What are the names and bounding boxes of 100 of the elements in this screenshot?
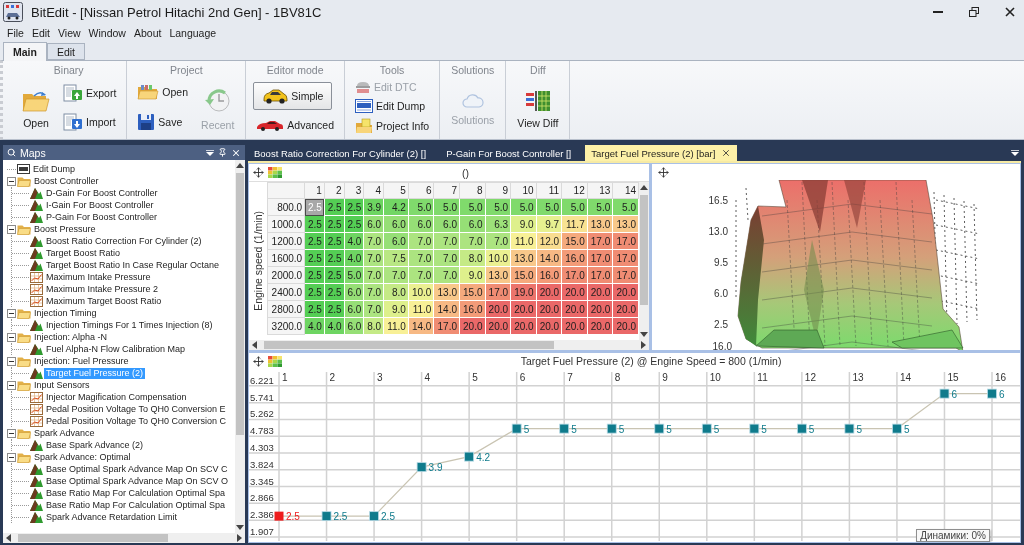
minus-box-icon[interactable] (7, 380, 16, 390)
data-point[interactable] (464, 451, 475, 462)
document-tab[interactable]: Boost Ratio Correction For Cylinder (2) [] (248, 145, 433, 161)
data-point[interactable] (606, 423, 617, 434)
ribbon-tab[interactable]: Edit (46, 43, 85, 60)
scrollbar-thumb[interactable] (264, 341, 554, 349)
ribbon-button[interactable]: Project Info (352, 116, 433, 137)
data-point[interactable] (939, 388, 950, 399)
minus-box-icon[interactable] (7, 356, 16, 366)
minus-box-icon[interactable] (7, 332, 16, 342)
ribbon-button[interactable]: Export (60, 81, 120, 104)
data-point[interactable] (844, 423, 855, 434)
tree-item[interactable]: P-Gain For Boost Controller (44, 211, 160, 223)
tree-item[interactable]: Spark Advance: Optimal (32, 451, 133, 463)
tree-item[interactable]: Spark Advance (32, 427, 97, 439)
minus-box-icon[interactable] (7, 428, 16, 438)
tree-item[interactable]: Injector Magification Compensation (44, 391, 189, 403)
cloud-icon (461, 92, 484, 109)
ribbon-button[interactable]: Import (60, 111, 119, 134)
tree-item[interactable]: Fuel Alpha-N Flow Calibration Map (44, 343, 188, 355)
tree-item[interactable]: Target Boost Ratio (44, 247, 123, 259)
scroll-right-icon[interactable] (640, 341, 647, 349)
ribbon-button[interactable]: Open (18, 82, 54, 132)
scroll-down-icon[interactable] (640, 331, 648, 338)
scroll-up-icon[interactable] (640, 184, 648, 191)
tree-item[interactable]: Base Ratio Map For Calculation Optimal Spa (44, 499, 228, 511)
pin-icon[interactable] (218, 148, 227, 157)
tree-item[interactable]: Maximum Intake Pressure 2 (44, 283, 161, 295)
ribbon-button[interactable]: Simple (253, 81, 333, 110)
dropdown-icon[interactable] (1011, 150, 1019, 156)
move-icon[interactable] (658, 166, 669, 178)
ribbon-button[interactable]: Open (134, 82, 192, 103)
scroll-down-icon[interactable] (236, 524, 244, 531)
search-icon[interactable] (7, 148, 16, 157)
scroll-right-icon[interactable] (236, 534, 243, 542)
menu-item[interactable]: About (129, 26, 166, 39)
menu-item[interactable]: File (3, 26, 28, 39)
horizontal-scrollbar[interactable] (249, 340, 649, 350)
ribbon-button[interactable]: View Diff (513, 82, 563, 132)
tree-item[interactable]: Boost Ratio Correction For Cylinder (2) (44, 235, 204, 247)
tree-item[interactable]: Pedal Position Voltage To QH0 Conversion C (44, 415, 228, 427)
scrollbar-thumb[interactable] (18, 534, 168, 542)
data-point[interactable] (987, 388, 997, 399)
tree-item[interactable]: Base Optimal Spark Advance Map On SCV O (44, 475, 231, 487)
close-icon[interactable] (721, 148, 732, 158)
tree-item[interactable]: Pedal Position Voltage To QH0 Conversion E (44, 403, 228, 415)
ribbon-button[interactable]: Edit Dump (352, 97, 429, 116)
data-point[interactable] (416, 462, 427, 473)
minus-box-icon[interactable] (7, 176, 16, 186)
tree-item[interactable]: Base Optimal Spark Advance Map On SCV C (44, 463, 230, 475)
tree-item[interactable]: Edit Dump (31, 163, 78, 175)
menu-item[interactable]: View (54, 26, 85, 39)
tree-item[interactable]: Boost Pressure (32, 223, 98, 235)
tree-item[interactable]: Injection Timings For 1 Times Injection (8) (44, 319, 215, 331)
data-point[interactable] (511, 423, 522, 434)
ribbon-tab[interactable]: Main (3, 42, 47, 61)
minus-box-icon[interactable] (7, 224, 16, 234)
tree-item[interactable]: D-Gain For Boost Controller (44, 187, 160, 199)
ribbon-button[interactable]: Advanced (253, 117, 338, 134)
scrollbar-thumb[interactable] (236, 173, 244, 435)
tree-item[interactable]: Maximum Target Boost Ratio (44, 295, 164, 307)
data-point[interactable] (369, 511, 379, 522)
tree-item[interactable]: Maximum Intake Pressure (44, 271, 153, 283)
tree-item[interactable]: I-Gain For Boost Controller (44, 199, 156, 211)
scroll-left-icon[interactable] (5, 534, 12, 542)
tree-item[interactable]: Input Sensors (32, 379, 92, 391)
tree-item[interactable]: Injection Timing (32, 307, 99, 319)
tree-item[interactable]: Injection: Fuel Pressure (32, 355, 131, 367)
document-tab[interactable]: P-Gain For Boost Controller [] (440, 145, 578, 161)
minus-box-icon[interactable] (7, 452, 16, 462)
tree-item[interactable]: Target Boost Ratio In Case Regular Octane (44, 259, 222, 271)
move-icon[interactable] (253, 167, 264, 178)
tree-item[interactable]: Injection: Alpha -N (32, 331, 110, 343)
heatmap-icon[interactable] (268, 355, 282, 367)
tree-item[interactable]: Base Ratio Map For Calculation Optimal Spa (44, 487, 228, 499)
ribbon-button[interactable]: Save (134, 110, 186, 133)
data-point[interactable] (796, 423, 807, 434)
vertical-scrollbar[interactable] (639, 182, 649, 340)
scroll-left-icon[interactable] (251, 341, 258, 349)
data-point[interactable] (321, 511, 332, 522)
data-point[interactable] (749, 423, 760, 434)
tree-item[interactable]: Boost Controller (32, 175, 101, 187)
scroll-up-icon[interactable] (236, 162, 244, 169)
data-point[interactable] (892, 423, 902, 434)
vertical-scrollbar[interactable] (235, 160, 245, 533)
tree-item[interactable]: Base Spark Advance (2) (44, 439, 146, 451)
document-tab[interactable]: Target Fuel Pressure (2) [bar] (585, 145, 738, 161)
data-point[interactable] (701, 423, 712, 434)
dropdown-icon[interactable] (206, 149, 214, 156)
horizontal-scrollbar[interactable] (3, 533, 245, 543)
move-icon[interactable] (253, 355, 264, 367)
minus-box-icon[interactable] (7, 308, 16, 318)
data-point[interactable] (559, 423, 570, 434)
tree-item[interactable]: Spark Advance Retardation Limit (44, 511, 180, 523)
data-point[interactable] (654, 423, 665, 434)
menu-item[interactable]: Edit (27, 26, 54, 39)
close-icon[interactable] (231, 147, 241, 158)
menu-item[interactable]: Language (165, 26, 221, 39)
menu-item[interactable]: Window (84, 26, 130, 39)
scrollbar-thumb[interactable] (640, 195, 648, 305)
